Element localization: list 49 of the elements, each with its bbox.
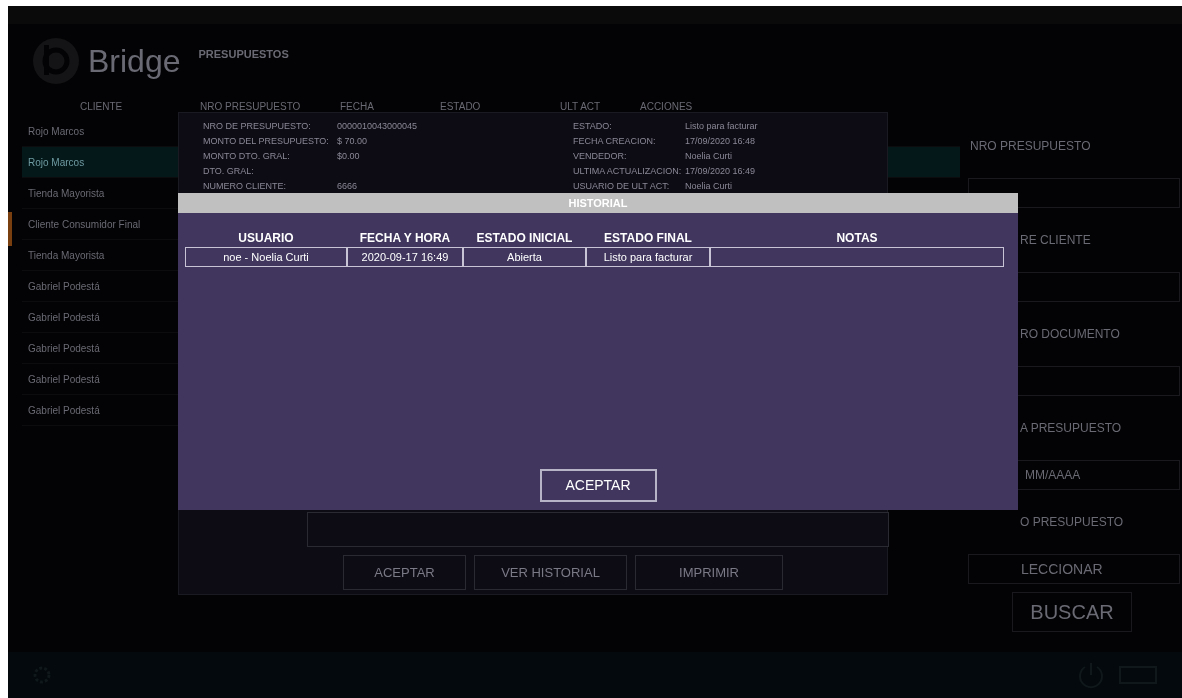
field-label: ESTADO: <box>573 120 613 133</box>
dialog-title: HISTORIAL <box>178 193 1018 213</box>
field-value: 17/09/2020 16:49 <box>685 165 757 178</box>
column-header: ESTADO FINAL <box>603 230 693 247</box>
column-header: NRO PRESUPUESTO <box>200 99 302 114</box>
page-title: PRESUPUESTOS <box>198 47 289 62</box>
field-value: 0000010043000045 <box>337 120 419 133</box>
field-value: Noelia Curti <box>685 180 734 193</box>
field-label: O PRESUPUESTO <box>1019 514 1125 531</box>
field-label: FECHA CREACION: <box>573 135 657 148</box>
dialog-button[interactable]: VER HISTORIAL <box>474 555 627 590</box>
field-value: Listo para facturar <box>685 120 758 133</box>
dropdown[interactable]: LECCIONAR <box>968 554 1180 584</box>
field-value: Noelia Curti <box>685 150 734 163</box>
column-header: FECHA Y HORA <box>358 230 452 247</box>
field-label: ULTIMA ACTUALIZACION: <box>573 165 681 178</box>
field-label: NUMERO CLIENTE: <box>203 180 287 193</box>
column-header: CLIENTE <box>80 99 124 114</box>
field-label: NRO PRESUPUESTO <box>969 138 1092 155</box>
column-header: USUARIO <box>237 230 295 247</box>
field-value: $ 70.00 <box>337 135 369 148</box>
field-label: DTO. GRAL: <box>203 165 255 178</box>
column-header: ULT ACT <box>560 99 602 114</box>
column-header: FECHA <box>340 99 375 114</box>
field-label: USUARIO DE ULT ACT: <box>573 180 671 193</box>
field-value: 6666 <box>337 180 359 193</box>
field-label: NRO DE PRESUPUESTO: <box>203 120 312 133</box>
text-field[interactable] <box>307 512 889 547</box>
column-header: ESTADO <box>440 99 482 114</box>
column-header: ESTADO INICIAL <box>475 230 574 247</box>
column-header: NOTAS <box>835 230 879 247</box>
field-label: RO DOCUMENTO <box>1019 326 1121 343</box>
accept-button[interactable]: ACEPTAR <box>539 469 657 502</box>
table-cell: 2020-09-17 16:49 <box>347 247 463 267</box>
table-cell: Abierta <box>463 247 586 267</box>
column-header: ACCIONES <box>640 99 694 114</box>
dialog-button[interactable]: ACEPTAR <box>343 555 466 590</box>
search-button[interactable]: BUSCAR <box>1012 592 1132 632</box>
table-cell: noe - Noelia Curti <box>185 247 347 267</box>
field-label: VENDEDOR: <box>573 150 628 163</box>
field-label: MONTO DTO. GRAL: <box>203 150 291 163</box>
field-value: $0.00 <box>337 150 361 163</box>
field-label: MONTO DEL PRESUPUESTO: <box>203 135 330 148</box>
field-label: A PRESUPUESTO <box>1019 420 1123 437</box>
logo-text: Bridge <box>88 42 181 81</box>
field-label: RE CLIENTE <box>1019 232 1092 249</box>
field-value: 17/09/2020 16:48 <box>685 135 757 148</box>
dialog-button[interactable]: IMPRIMIR <box>635 555 783 590</box>
table-cell: Listo para facturar <box>586 247 710 267</box>
